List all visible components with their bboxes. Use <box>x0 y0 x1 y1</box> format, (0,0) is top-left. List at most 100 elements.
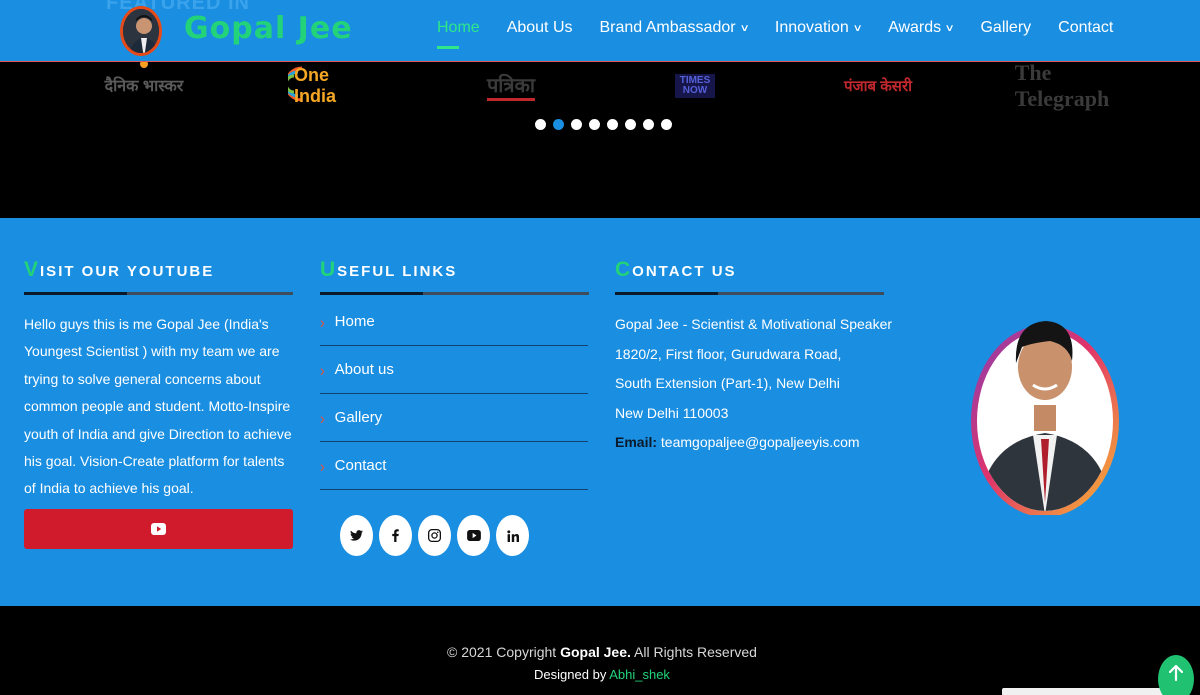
chevron-down-icon: ∨ <box>739 22 750 34</box>
useful-links-title: USEFUL LINKS <box>320 258 457 282</box>
copyright-bar: © 2021 Copyright Gopal Jee. All Rights R… <box>0 606 1200 695</box>
youtube-column-title: VISIT OUR YOUTUBE <box>24 258 214 282</box>
title-rest: ONTACT US <box>632 263 737 280</box>
chevron-right-icon: › <box>320 455 325 476</box>
footer-link-about-us[interactable]: › About us <box>320 346 588 394</box>
title-underline <box>320 292 589 295</box>
facebook-button[interactable] <box>379 515 412 556</box>
linkedin-button[interactable] <box>496 515 529 556</box>
featured-logo-punjab-kesari[interactable]: पंजाब केसरी <box>842 68 914 104</box>
footer-link-gallery[interactable]: › Gallery <box>320 394 588 442</box>
footer-link-contact[interactable]: › Contact <box>320 442 588 490</box>
carousel-dot[interactable] <box>643 119 654 130</box>
nav-gallery[interactable]: Gallery <box>980 19 1031 37</box>
carousel-dot[interactable] <box>589 119 600 130</box>
instagram-button[interactable] <box>418 515 451 556</box>
youtube-about-text: Hello guys this is me Gopal Jee (India's… <box>24 316 292 497</box>
profile-portrait <box>970 293 1120 517</box>
nav-gallery-label: Gallery <box>980 19 1032 36</box>
carousel-dots <box>535 119 679 130</box>
recaptcha-badge[interactable] <box>1002 688 1182 695</box>
title-initial: C <box>615 258 633 281</box>
featured-logo-dainik-bhaskar[interactable]: दैनिक भास्कर <box>104 60 184 96</box>
nav-about-us-label: About Us <box>506 19 573 36</box>
contact-email-row: Email: teamgopaljee@gopaljeeyis.com <box>615 428 900 458</box>
featured-logo-times-now[interactable]: TIMES NOW <box>672 68 718 104</box>
facebook-icon <box>392 529 399 542</box>
main-nav: Home About Us Brand Ambassador ∨ Innovati… <box>437 19 1140 49</box>
email-link[interactable]: teamgopaljee@gopaljeeyis.com <box>661 434 860 450</box>
title-underline <box>615 292 884 295</box>
title-rest: SEFUL LINKS <box>337 263 458 280</box>
contact-line: Gopal Jee - Scientist & Motivational Spe… <box>615 316 893 332</box>
contact-us-title: CONTACT US <box>615 258 737 282</box>
back-to-top-button[interactable] <box>1158 655 1194 695</box>
featured-logo-label: One India <box>294 65 337 106</box>
copyright-name: Gopal Jee. <box>560 644 631 660</box>
copyright-text: © 2021 Copyright Gopal Jee. All Rights R… <box>0 644 1200 660</box>
nav-awards-label: Awards <box>888 19 942 36</box>
featured-logo-label: The Telegraph <box>1014 60 1110 111</box>
youtube-icon <box>466 530 481 541</box>
social-links <box>340 515 535 556</box>
youtube-icon <box>151 523 166 535</box>
nav-home[interactable]: Home <box>437 19 480 49</box>
site-header: FEATURED IN Gopal Jee Home About Us Bran… <box>0 0 1200 62</box>
featured-logo-label: TIMES NOW <box>675 74 715 98</box>
youtube-subscribe-button[interactable] <box>24 509 293 549</box>
nav-contact[interactable]: Contact <box>1058 19 1113 37</box>
email-label: Email: <box>615 434 658 451</box>
nav-awards[interactable]: Awards ∨ <box>888 19 955 37</box>
useful-links-list: › Home › About us › Gallery › Contact <box>320 298 588 490</box>
site-logo-text[interactable]: Gopal Jee <box>184 11 353 46</box>
featured-logo-label: पंजाब केसरी <box>844 78 912 95</box>
chevron-down-icon: ∨ <box>944 22 955 34</box>
carousel-dot[interactable] <box>661 119 672 130</box>
nav-about-us[interactable]: About Us <box>507 19 573 37</box>
designed-by-text: Designed by Abhi_shek <box>0 667 1200 682</box>
featured-logo-label: दैनिक भास्कर <box>104 78 184 95</box>
nav-innovation[interactable]: Innovation ∨ <box>774 19 863 37</box>
footer-link-label: Home <box>334 313 375 330</box>
linkedin-icon <box>506 529 519 542</box>
twitter-button[interactable] <box>340 515 373 556</box>
featured-logo-patrika[interactable]: पत्रिका <box>478 68 544 104</box>
footer-link-home[interactable]: › Home <box>320 298 588 346</box>
nav-home-label: Home <box>437 19 480 36</box>
contact-address-line: New Delhi 110003 <box>615 404 729 421</box>
chevron-right-icon: › <box>320 407 325 428</box>
carousel-dot[interactable] <box>625 119 636 130</box>
title-initial: V <box>24 258 41 281</box>
nav-contact-label: Contact <box>1058 19 1114 36</box>
carousel-dot[interactable] <box>571 119 582 130</box>
chevron-right-icon: › <box>320 359 325 380</box>
carousel-dot-active[interactable] <box>553 119 564 130</box>
carousel-dot[interactable] <box>607 119 618 130</box>
logo-avatar[interactable] <box>120 6 162 56</box>
featured-carousel: दैनिक भास्कर One India पत्रिका TIMES NOW… <box>0 60 1200 218</box>
footer-link-label: Contact <box>334 457 387 474</box>
copyright-prefix: © 2021 Copyright <box>447 644 561 660</box>
chevron-right-icon: › <box>320 311 325 332</box>
arrow-up-icon <box>1169 665 1183 681</box>
featured-logo-one-india[interactable]: One India <box>288 65 368 106</box>
sun-icon <box>140 60 148 68</box>
footer-section: VISIT OUR YOUTUBE Hello guys this is me … <box>0 218 1200 606</box>
title-initial: U <box>320 258 338 281</box>
nav-brand-ambassador[interactable]: Brand Ambassador ∨ <box>599 19 750 37</box>
designer-link[interactable]: Abhi_shek <box>609 667 670 682</box>
youtube-social-button[interactable] <box>457 515 490 556</box>
title-rest: ISIT OUR YOUTUBE <box>40 263 215 280</box>
nav-brand-ambassador-label: Brand Ambassador <box>599 19 736 36</box>
chevron-down-icon: ∨ <box>852 22 863 34</box>
nav-innovation-label: Innovation <box>774 19 849 36</box>
copyright-suffix: All Rights Reserved <box>630 644 757 660</box>
instagram-icon <box>428 529 441 542</box>
footer-link-label: About us <box>334 361 394 378</box>
designed-by-prefix: Designed by <box>534 667 610 682</box>
featured-logo-the-telegraph[interactable]: The Telegraph <box>1015 60 1110 111</box>
contact-address-line: South Extension (Part-1), New Delhi <box>615 375 840 392</box>
contact-details: Gopal Jee - Scientist & Motivational Spe… <box>615 310 900 458</box>
carousel-dot[interactable] <box>535 119 546 130</box>
twitter-icon <box>350 530 363 541</box>
